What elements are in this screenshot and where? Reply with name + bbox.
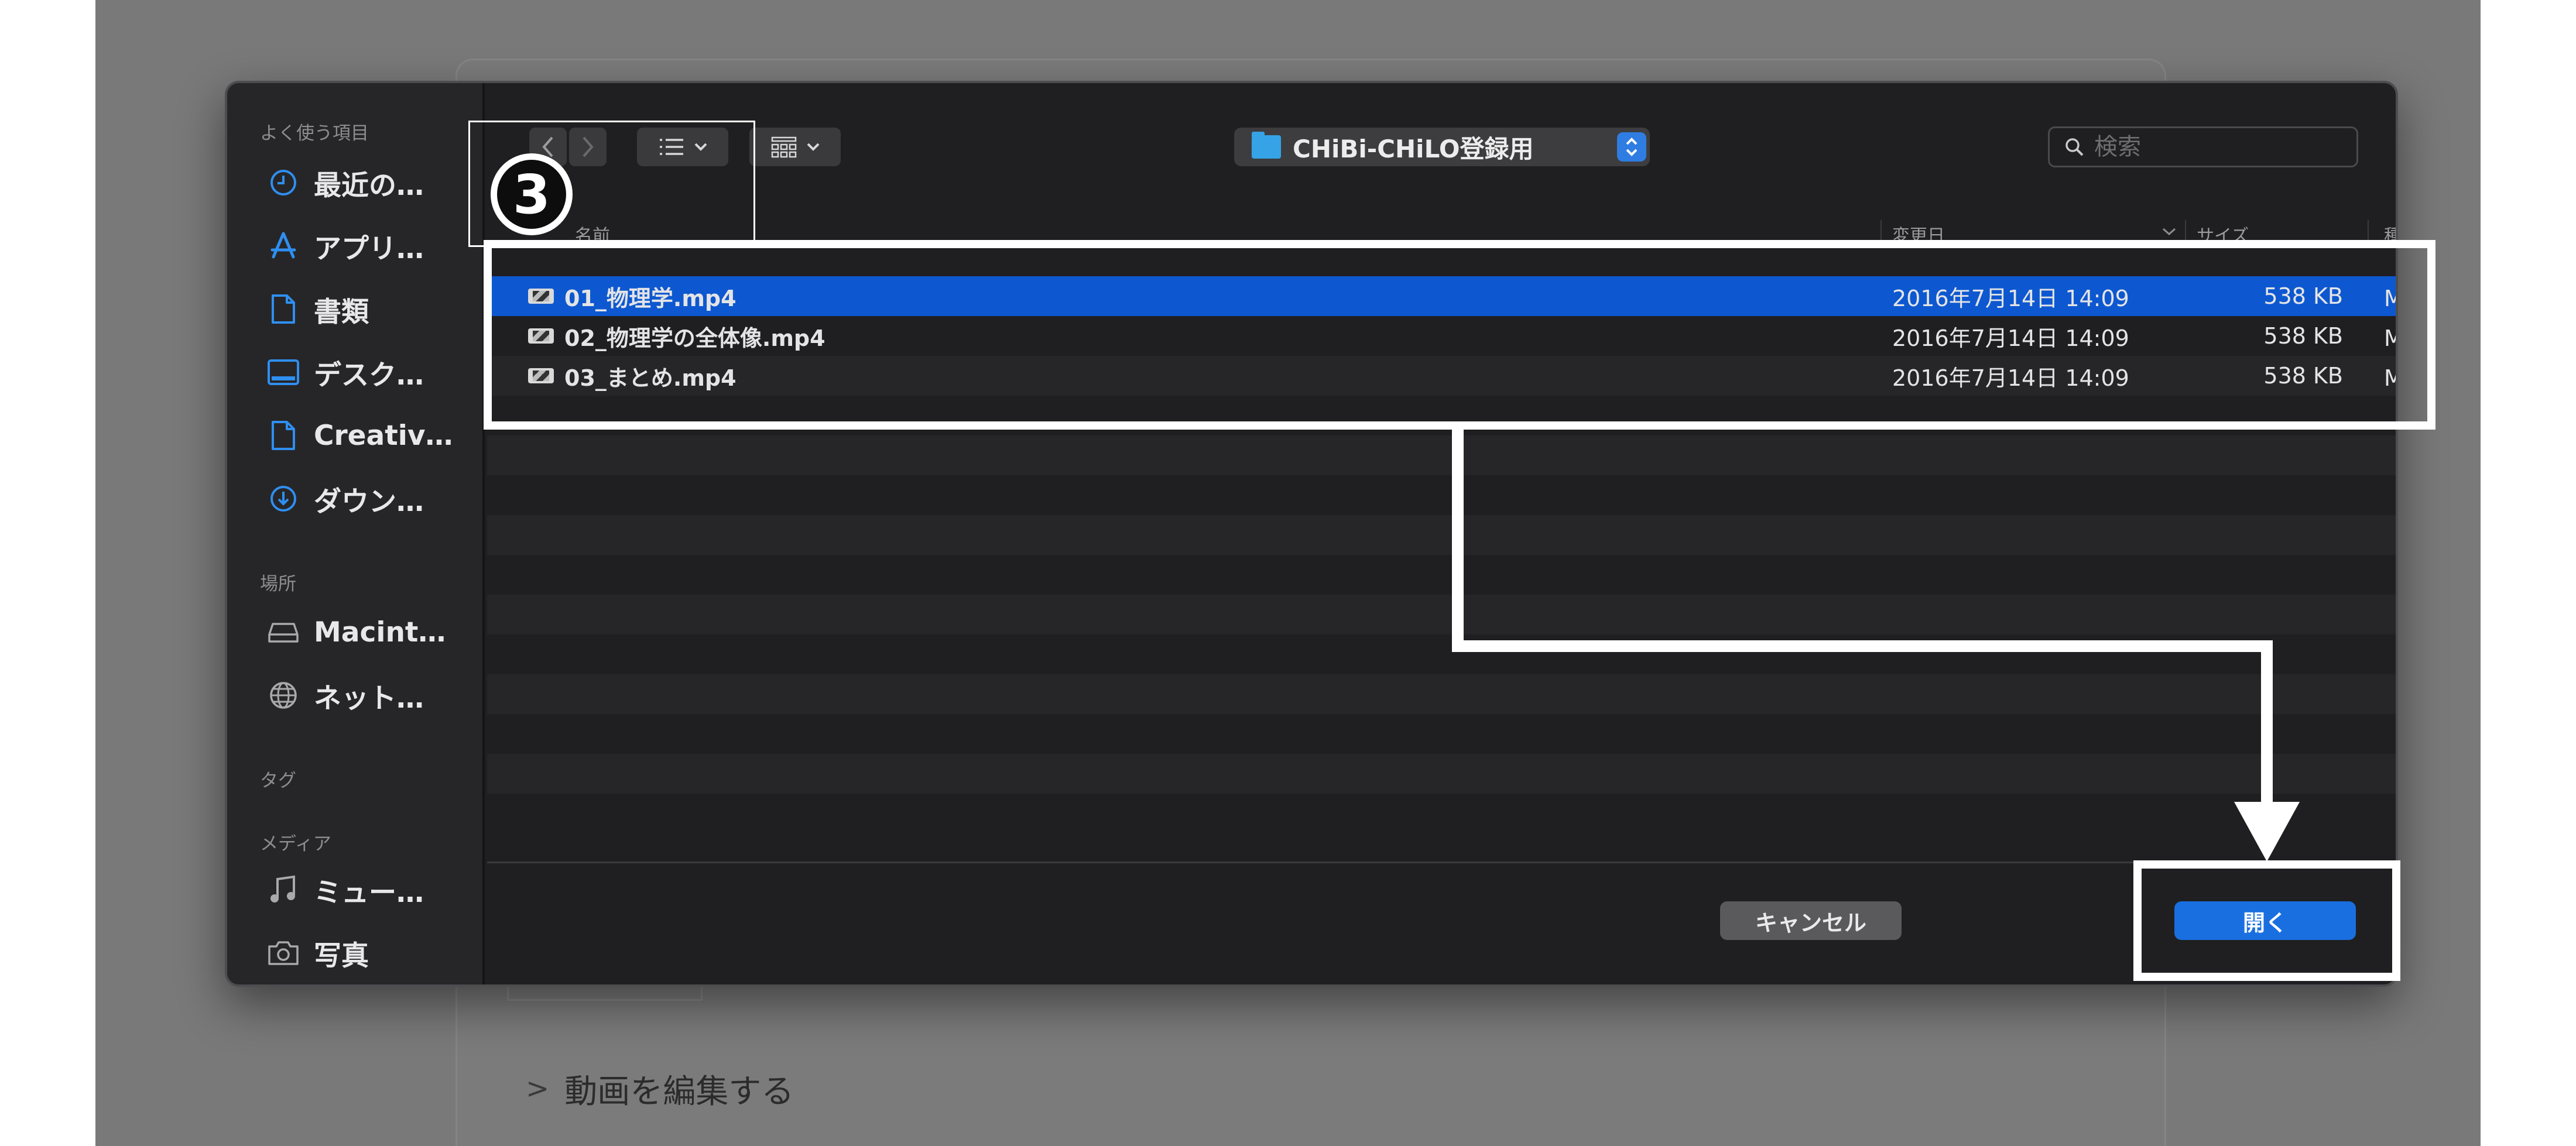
- annotation-arrow: [1452, 427, 2300, 862]
